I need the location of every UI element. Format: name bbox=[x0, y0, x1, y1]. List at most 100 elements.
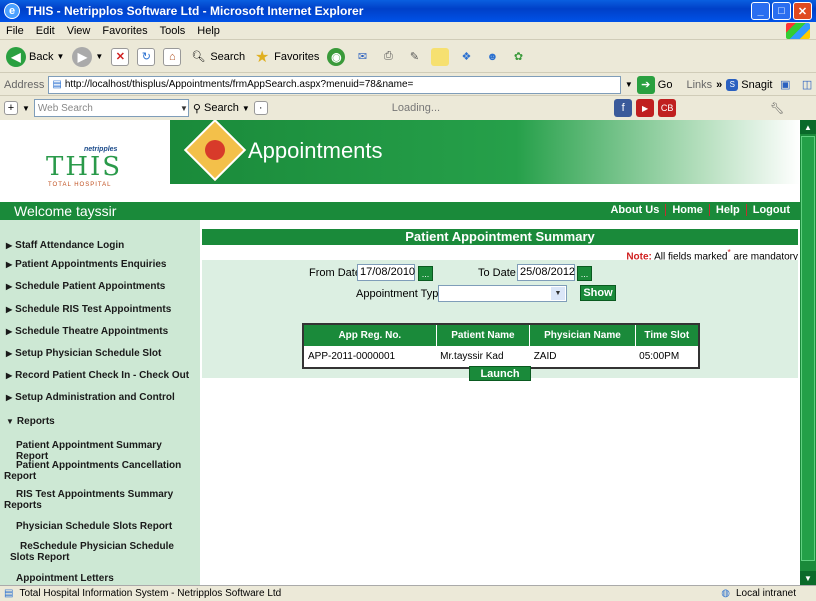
sidebar-menu: ▶ Staff Attendance Login ▶ Patient Appoi… bbox=[0, 220, 200, 585]
sidebar-subitem-ris-report[interactable]: RIS Test Appointments Summary Reports bbox=[4, 489, 179, 511]
menu-help[interactable]: Help bbox=[197, 25, 220, 37]
go-arrow-icon: ➔ bbox=[636, 75, 655, 94]
app-reg-no-cell: APP-2011-0000001 bbox=[308, 351, 396, 362]
sidebar-item-label: Setup Physician Schedule Slot bbox=[15, 348, 162, 359]
play-icon[interactable]: ▶ bbox=[636, 99, 655, 117]
search-form: From Date 17/08/2010 ... To Date 25/08/2… bbox=[202, 260, 798, 381]
logout-link[interactable]: Logout bbox=[745, 204, 796, 216]
snagit-button[interactable]: S Snagit bbox=[726, 78, 773, 91]
menu-file[interactable]: File bbox=[6, 25, 24, 37]
chevron-down-icon[interactable]: ▼ bbox=[180, 104, 188, 113]
web-search-input[interactable]: Web Search ▼ bbox=[33, 99, 189, 117]
sidebar-item-administration[interactable]: ▶ Setup Administration and Control bbox=[6, 392, 196, 403]
help-link[interactable]: Help bbox=[708, 204, 746, 216]
menu-edit[interactable]: Edit bbox=[36, 25, 55, 37]
chevron-down-icon: ▼ bbox=[95, 52, 104, 61]
sidebar-subitem-slots-report[interactable]: Physician Schedule Slots Report bbox=[16, 521, 196, 532]
from-date-picker-button[interactable]: ... bbox=[418, 266, 433, 281]
media-icon[interactable]: ◉ bbox=[327, 47, 346, 66]
close-button[interactable]: ✕ bbox=[793, 2, 812, 20]
mandatory-note: Note: All fields marked* are mandatory bbox=[202, 247, 800, 262]
home-link[interactable]: Home bbox=[665, 204, 709, 216]
appointment-type-select[interactable]: ▼ bbox=[438, 285, 567, 302]
column-header: Patient Name bbox=[436, 324, 531, 346]
address-input[interactable]: ▤ http://localhost/thisplus/Appointments… bbox=[48, 75, 621, 94]
column-header: Time Slot bbox=[635, 324, 699, 346]
page-scrollbar[interactable]: ▲ ▼ bbox=[800, 120, 816, 585]
wrench-icon[interactable]: 🔧︎ bbox=[770, 102, 784, 115]
folder-icon[interactable] bbox=[431, 47, 450, 66]
messenger-icon[interactable]: ☻ bbox=[483, 48, 501, 66]
menu-tools[interactable]: Tools bbox=[160, 25, 186, 37]
chevron-right-icon[interactable]: » bbox=[716, 79, 722, 91]
stop-icon[interactable]: ✕ bbox=[111, 47, 130, 66]
this-logo[interactable]: netripples THIS TOTAL HOSPITAL bbox=[18, 138, 138, 196]
page-title: Patient Appointment Summary bbox=[202, 229, 798, 245]
back-arrow-icon: ◀ bbox=[6, 46, 26, 67]
page-icon: ▤ bbox=[4, 588, 14, 599]
scroll-up-icon[interactable]: ▲ bbox=[800, 120, 816, 134]
sidebar-item-checkin[interactable]: ▶ Record Patient Check In - Check Out bbox=[6, 370, 196, 381]
logo-subtitle: TOTAL HOSPITAL bbox=[48, 182, 112, 188]
window-icon[interactable]: ◫ bbox=[798, 76, 816, 94]
from-date-input[interactable]: 17/08/2010 bbox=[357, 264, 415, 281]
sidebar-subitem-cancellation-report[interactable]: Patient Appointments Cancellation Report bbox=[4, 460, 194, 482]
show-button[interactable]: Show bbox=[580, 285, 616, 301]
sidebar-item-schedule-ris[interactable]: ▶ Schedule RIS Test Appointments bbox=[6, 304, 196, 315]
cb-icon[interactable]: CB bbox=[658, 99, 677, 117]
web-search-placeholder: Web Search bbox=[37, 102, 93, 114]
chevron-down-icon[interactable]: ▼ bbox=[22, 104, 30, 113]
go-button[interactable]: ➔ Go bbox=[636, 75, 672, 94]
messenger-buddy-icon[interactable]: ✿ bbox=[509, 48, 527, 66]
table-row[interactable]: APP-2011-0000001 Mr.tayssir Kad ZAID 05:… bbox=[303, 346, 699, 368]
windows-logo-icon bbox=[786, 23, 810, 39]
menu-bar: File Edit View Favorites Tools Help bbox=[0, 22, 816, 40]
sidebar-item-reports[interactable]: ▼ Reports bbox=[6, 416, 196, 427]
search-button[interactable]: 🔍︎ Search bbox=[189, 48, 245, 66]
sidebar-item-label: Staff Attendance Login bbox=[15, 240, 125, 251]
snagit-label: Snagit bbox=[741, 78, 773, 91]
launch-button[interactable]: Launch bbox=[469, 366, 531, 381]
minimize-button[interactable]: _ bbox=[751, 2, 770, 20]
edit-icon[interactable]: ✎ bbox=[405, 48, 423, 66]
window-titlebar: e THIS - Netripplos Software Ltd - Micro… bbox=[0, 0, 816, 22]
banner-title: Appointments bbox=[248, 138, 383, 163]
sidebar-item-staff-attendance[interactable]: ▶ Staff Attendance Login bbox=[6, 240, 196, 251]
back-button[interactable]: ◀ Back ▼ bbox=[6, 46, 64, 67]
sidebar-subitem-reschedule-report[interactable]: ReSchedule Physician Schedule Slots Repo… bbox=[10, 541, 192, 563]
research-icon[interactable]: ❖ bbox=[457, 48, 475, 66]
physician-name-cell: ZAID bbox=[533, 351, 557, 362]
forward-button[interactable]: ▶ ▼ bbox=[72, 46, 104, 67]
home-icon[interactable]: ⌂ bbox=[163, 47, 182, 66]
menu-view[interactable]: View bbox=[67, 25, 91, 37]
favorites-button[interactable]: ★ Favorites bbox=[253, 48, 319, 66]
chevron-down-icon: ▼ bbox=[241, 103, 250, 113]
toolbar-option-icon[interactable]: · bbox=[253, 101, 268, 115]
scroll-down-icon[interactable]: ▼ bbox=[800, 571, 816, 585]
links-label[interactable]: Links bbox=[686, 79, 712, 91]
sidebar-item-enquiries[interactable]: ▶ Patient Appointments Enquiries bbox=[6, 259, 196, 270]
to-date-label: To Date bbox=[478, 267, 516, 279]
address-dropdown-icon[interactable]: ▼ bbox=[625, 80, 633, 89]
sidebar-subitem-summary-report[interactable]: Patient Appointment Summary Report bbox=[16, 440, 196, 462]
menu-favorites[interactable]: Favorites bbox=[102, 25, 147, 37]
sidebar-subitem-appointment-letters[interactable]: Appointment Letters bbox=[16, 573, 196, 584]
to-date-input[interactable]: 25/08/2012 bbox=[517, 264, 575, 281]
capture-icon[interactable]: ▣ bbox=[776, 76, 794, 94]
scroll-thumb[interactable] bbox=[801, 136, 815, 561]
to-date-picker-button[interactable]: ... bbox=[577, 266, 592, 281]
forward-arrow-icon: ▶ bbox=[72, 46, 93, 67]
mail-icon[interactable]: ✉ bbox=[353, 48, 371, 66]
web-search-button[interactable]: ⚲ Search ▼ bbox=[193, 102, 250, 115]
maximize-button[interactable]: □ bbox=[772, 2, 791, 20]
site-header: netripples THIS TOTAL HOSPITAL Appointme… bbox=[0, 120, 800, 200]
plus-icon[interactable]: + bbox=[4, 101, 18, 115]
refresh-icon[interactable]: ↻ bbox=[137, 47, 156, 66]
sidebar-item-physician-slot[interactable]: ▶ Setup Physician Schedule Slot bbox=[6, 348, 196, 359]
about-us-link[interactable]: About Us bbox=[604, 204, 665, 216]
facebook-icon[interactable]: f bbox=[614, 99, 633, 117]
main-content: Patient Appointment Summary Note: All fi… bbox=[202, 229, 800, 381]
sidebar-item-schedule-theatre[interactable]: ▶ Schedule Theatre Appointments bbox=[6, 326, 196, 337]
sidebar-item-schedule-patient[interactable]: ▶ Schedule Patient Appointments bbox=[6, 281, 196, 292]
print-icon[interactable]: ⎙ bbox=[379, 48, 397, 66]
